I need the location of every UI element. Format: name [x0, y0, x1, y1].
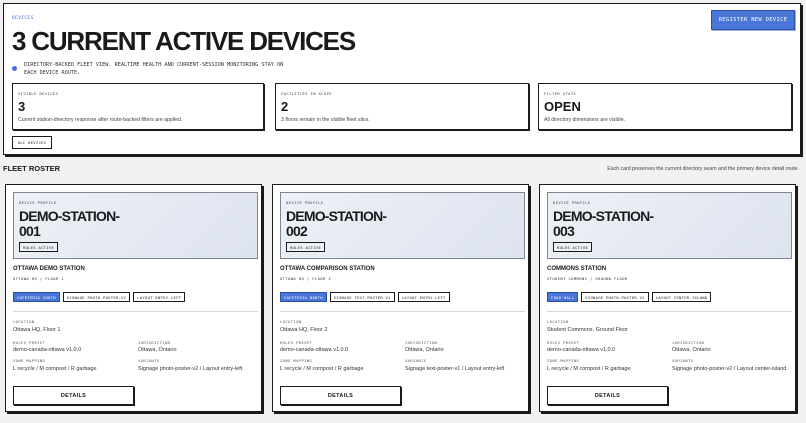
device-profile-panel: DEVICE PROFILE DEMO-STATION-003 RULES AC…	[547, 192, 792, 259]
stat-note: 3 floors remain in the visible fleet sli…	[281, 117, 370, 123]
station-location-code: OTTAWA HQ / FLOOR 2	[280, 276, 332, 281]
stat-card-facilities: FACILITIES IN SCOPE 2 3 floors remain in…	[275, 83, 529, 130]
rules-preset-value: demo-canada-ottawa v1.0.0	[13, 347, 82, 353]
profile-label: DEVICE PROFILE	[286, 200, 324, 205]
station-name: OTTAWA DEMO STATION	[13, 266, 85, 272]
rules-preset-label: RULES PRESET	[280, 340, 313, 345]
rules-active-badge: RULES ACTIVE	[19, 242, 59, 252]
variants-label: VARIANTS	[672, 358, 694, 363]
zone-mapping-value: L recycle / M compost / R garbage	[547, 366, 631, 372]
signage-tag[interactable]: SIGNAGE TEXT-POSTER-V1	[329, 292, 395, 302]
location-label: LOCATION	[547, 319, 569, 324]
roster-note: Each card preserves the current director…	[607, 166, 799, 172]
station-name: COMMONS STATION	[547, 266, 607, 272]
jurisdiction-label: JURISDICTION	[672, 340, 705, 345]
location-value: Student Commons, Ground Floor	[547, 327, 629, 333]
layout-tag[interactable]: LAYOUT ENTRY-LEFT	[133, 292, 186, 302]
tag-row: CAFETERIA SOUTH SIGNAGE PHOTO-POSTER-V2 …	[13, 292, 186, 302]
stat-value: 2	[281, 99, 289, 114]
variants-value: Signage text-poster-v1 / Layout entry-le…	[405, 366, 505, 372]
roster-title: FLEET ROSTER	[3, 164, 61, 173]
location-label: LOCATION	[13, 319, 35, 324]
device-profile-panel: DEVICE PROFILE DEMO-STATION-002 RULES AC…	[280, 192, 525, 259]
page-eyebrow: DEVICES	[12, 16, 34, 21]
rules-active-badge: RULES ACTIVE	[553, 242, 593, 252]
page-description: DIRECTORY-BACKED FLEET VIEW. REALTIME HE…	[24, 62, 284, 76]
location-value: Ottawa HQ, Floor 1	[13, 327, 61, 333]
register-device-button[interactable]: REGISTER NEW DEVICE	[711, 10, 795, 30]
zone-mapping-label: ZONE MAPPING	[547, 358, 580, 363]
page-title: 3 CURRENT ACTIVE DEVICES	[12, 26, 356, 56]
tag-row: CAFETERIA NORTH SIGNAGE TEXT-POSTER-V1 L…	[280, 292, 450, 302]
jurisdiction-value: Ottawa, Ontario	[138, 347, 177, 353]
station-location-code: STUDENT COMMONS / GROUND FLOOR	[547, 276, 628, 281]
zone-mapping-value: L recycle / M compost / R garbage	[280, 366, 364, 372]
stat-label: VISIBLE DEVICES	[18, 91, 59, 96]
divider	[280, 311, 525, 312]
variants-label: VARIANTS	[138, 358, 160, 363]
status-dot-icon	[12, 66, 17, 71]
rules-active-badge: RULES ACTIVE	[286, 242, 326, 252]
stat-value: OPEN	[544, 99, 581, 114]
rules-preset-value: demo-canada-ottawa v1.0.0	[280, 347, 349, 353]
device-card: DEVICE PROFILE DEMO-STATION-001 RULES AC…	[5, 184, 262, 412]
stat-value: 3	[18, 99, 26, 114]
station-location-code: OTTAWA HQ / FLOOR 1	[13, 276, 65, 281]
stat-card-filter-state: FILTER STATE OPEN All directory dimensio…	[538, 83, 792, 130]
stat-label: FILTER STATE	[544, 91, 577, 96]
rules-preset-value: demo-canada-ottawa v1.0.0	[547, 347, 616, 353]
layout-tag[interactable]: LAYOUT CENTER-ISLAND	[651, 292, 712, 302]
stat-note: All directory dimensions are visible.	[544, 117, 626, 123]
device-name: DEMO-STATION-003	[553, 208, 654, 239]
profile-label: DEVICE PROFILE	[19, 200, 57, 205]
device-profile-panel: DEVICE PROFILE DEMO-STATION-001 RULES AC…	[13, 192, 258, 259]
location-label: LOCATION	[280, 319, 302, 324]
stat-card-visible-devices: VISIBLE DEVICES 3 Current station-direct…	[12, 83, 264, 130]
devices-header-panel: DEVICES 3 CURRENT ACTIVE DEVICES REGISTE…	[3, 3, 801, 155]
zone-mapping-label: ZONE MAPPING	[280, 358, 313, 363]
variants-label: VARIANTS	[405, 358, 427, 363]
device-card: DEVICE PROFILE DEMO-STATION-002 RULES AC…	[272, 184, 529, 412]
tag-row: FOOD HALL SIGNAGE PHOTO-POSTER-V2 LAYOUT…	[547, 292, 712, 302]
jurisdiction-label: JURISDICTION	[138, 340, 171, 345]
zone-tag[interactable]: CAFETERIA NORTH	[280, 292, 327, 302]
divider	[547, 311, 792, 312]
zone-tag[interactable]: CAFETERIA SOUTH	[13, 292, 60, 302]
details-button[interactable]: DETAILS	[547, 386, 668, 405]
profile-label: DEVICE PROFILE	[553, 200, 591, 205]
zone-mapping-value: L recycle / M compost / R garbage	[13, 366, 97, 372]
device-name: DEMO-STATION-002	[286, 208, 387, 239]
jurisdiction-label: JURISDICTION	[405, 340, 438, 345]
all-devices-filter-button[interactable]: ALL DEVICES	[12, 136, 52, 149]
rules-preset-label: RULES PRESET	[547, 340, 580, 345]
details-button[interactable]: DETAILS	[280, 386, 401, 405]
zone-tag[interactable]: FOOD HALL	[547, 292, 579, 302]
location-value: Ottawa HQ, Floor 2	[280, 327, 328, 333]
variants-value: Signage photo-poster-v2 / Layout center-…	[672, 366, 787, 372]
signage-tag[interactable]: SIGNAGE PHOTO-POSTER-V2	[581, 292, 649, 302]
jurisdiction-value: Ottawa, Ontario	[405, 347, 444, 353]
rules-preset-label: RULES PRESET	[13, 340, 46, 345]
device-card: DEVICE PROFILE DEMO-STATION-003 RULES AC…	[539, 184, 796, 412]
stat-label: FACILITIES IN SCOPE	[281, 91, 333, 96]
variants-value: Signage photo-poster-v2 / Layout entry-l…	[138, 366, 243, 372]
signage-tag[interactable]: SIGNAGE PHOTO-POSTER-V2	[62, 292, 131, 302]
layout-tag[interactable]: LAYOUT ENTRY-LEFT	[397, 292, 450, 302]
jurisdiction-value: Ottawa, Ontario	[672, 347, 711, 353]
details-button[interactable]: DETAILS	[13, 386, 134, 405]
stat-note: Current station-directory response after…	[18, 117, 183, 123]
divider	[13, 311, 258, 312]
device-name: DEMO-STATION-001	[19, 208, 120, 239]
zone-mapping-label: ZONE MAPPING	[13, 358, 46, 363]
station-name: OTTAWA COMPARISON STATION	[280, 266, 375, 272]
